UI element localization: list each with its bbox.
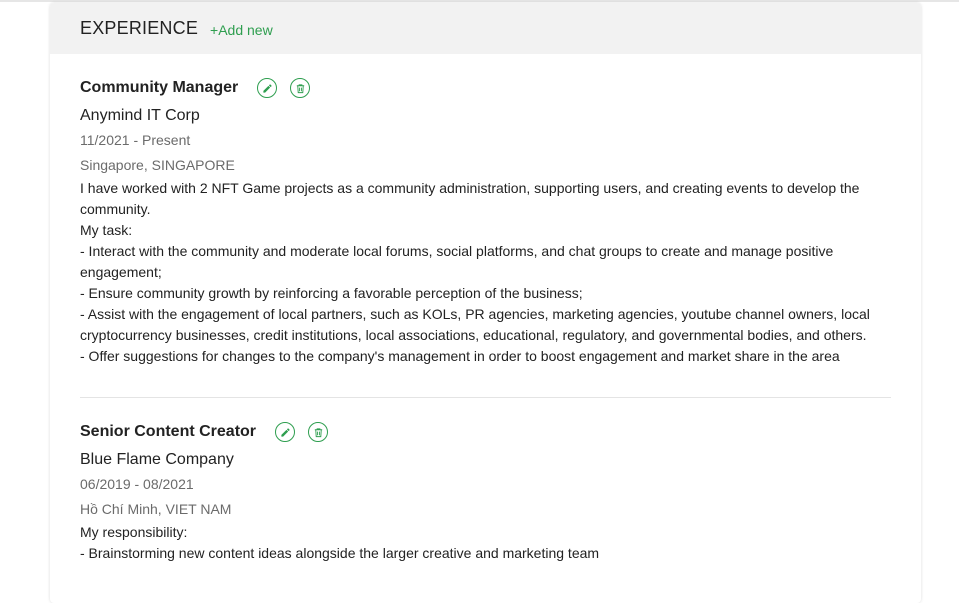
add-new-link[interactable]: +Add new	[210, 22, 273, 38]
experience-item: Community Manager Anymind IT Corp 11/202…	[80, 74, 890, 367]
company-name: Blue Flame Company	[80, 451, 234, 468]
delete-button[interactable]	[308, 422, 329, 442]
trash-icon	[296, 83, 304, 93]
experience-header: EXPERIENCE +Add new	[50, 3, 921, 54]
date-range: 06/2019 - 08/2021	[80, 476, 194, 492]
trash-icon	[314, 427, 322, 437]
pencil-icon	[280, 427, 290, 437]
date-range: 11/2021 - Present	[80, 132, 191, 148]
job-title: Senior Content Creator	[80, 423, 257, 440]
location: Singapore, SINGAPORE	[80, 157, 235, 173]
job-description: My responsibility: - Brainstorming new c…	[80, 524, 600, 561]
edit-button[interactable]	[275, 422, 296, 442]
section-title: EXPERIENCE	[80, 18, 199, 38]
experience-title-row: Senior Content Creator	[80, 418, 890, 446]
experience-item: Senior Content Creator Blue Flame Compan…	[80, 418, 890, 564]
divider	[80, 397, 891, 398]
delete-button[interactable]	[290, 78, 311, 98]
job-description: I have worked with 2 NFT Game projects a…	[80, 180, 870, 364]
job-title: Community Manager	[80, 79, 239, 96]
company-name: Anymind IT Corp	[80, 107, 200, 124]
edit-button[interactable]	[257, 78, 278, 98]
top-border	[0, 0, 959, 2]
experience-title-row: Community Manager	[80, 74, 890, 102]
experience-card: EXPERIENCE +Add new Community Manager An…	[50, 3, 921, 603]
pencil-icon	[263, 83, 272, 93]
location: Hồ Chí Minh, VIET NAM	[80, 501, 232, 517]
